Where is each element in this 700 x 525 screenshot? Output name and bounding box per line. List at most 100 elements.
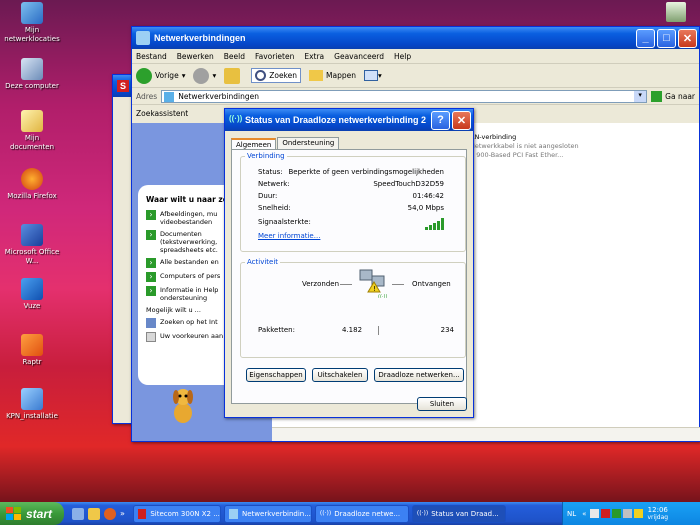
- tray-shield-icon[interactable]: [601, 509, 611, 518]
- quicklaunch-chevron-icon[interactable]: »: [120, 509, 125, 518]
- close-button[interactable]: ✕: [452, 110, 471, 130]
- desktop-icon-my-computer[interactable]: Deze computer: [2, 58, 62, 91]
- svg-text:((·)): ((·)): [378, 294, 387, 298]
- kpn-icon: [21, 388, 43, 410]
- clock[interactable]: 12:06 vrijdag: [647, 506, 668, 522]
- close-button[interactable]: ✕: [678, 28, 697, 48]
- signal-row: Signaalsterkte:: [258, 218, 444, 230]
- chevron-down-icon: ▾: [377, 71, 382, 80]
- desktop-icon-word[interactable]: Microsoft Office W...: [2, 224, 62, 266]
- tray-chevron-icon[interactable]: «: [582, 510, 586, 518]
- packets-divider: [378, 326, 379, 335]
- computer-icon: [21, 58, 43, 80]
- menu-item-help[interactable]: Help: [394, 52, 411, 61]
- tray-wireless-warning-icon[interactable]: [634, 509, 644, 518]
- speed-row: Snelheid: 54,0 Mbps: [258, 204, 444, 212]
- svg-text:!: !: [373, 285, 376, 293]
- desktop-icon-raptr[interactable]: Raptr: [2, 334, 62, 367]
- menu-item-favorieten[interactable]: Favorieten: [255, 52, 294, 61]
- menu-item-geavanceerd[interactable]: Geavanceerd: [334, 52, 384, 61]
- green-arrow-icon: ›: [146, 286, 156, 296]
- taskbar-item-status[interactable]: ((·)) Status van Draad...: [411, 504, 506, 523]
- connection-group-title: Verbinding: [247, 152, 285, 160]
- go-arrow-icon: [651, 90, 663, 102]
- quicklaunch-firefox-icon[interactable]: [104, 507, 116, 520]
- explorer-titlebar[interactable]: Netwerkverbindingen _ □ ✕: [132, 27, 699, 49]
- recycle-bin-icon[interactable]: [666, 2, 686, 22]
- taskbar-item-network-connections[interactable]: Netwerkverbindin...: [223, 504, 312, 523]
- properties-button[interactable]: Eigenschappen: [246, 368, 306, 382]
- scrollbar[interactable]: [272, 427, 700, 441]
- chevron-down-icon[interactable]: ▾: [634, 90, 647, 102]
- network-connections-icon: [228, 508, 238, 519]
- connection-name[interactable]: AN-verbinding: [470, 133, 579, 142]
- address-input[interactable]: Netwerkverbindingen ▾: [161, 89, 648, 103]
- green-arrow-icon: ›: [146, 210, 156, 220]
- tray-network-icon[interactable]: [590, 509, 600, 518]
- desktop-icon-firefox[interactable]: Mozilla Firefox: [2, 168, 62, 201]
- received-label: Ontvangen: [412, 280, 451, 288]
- desktop-icon-my-documents[interactable]: Mijn documenten: [2, 110, 62, 152]
- wireless-icon: ((·)): [416, 510, 429, 517]
- taskbar-item-wireless[interactable]: ((·)) Draadloze netwe...: [314, 504, 409, 523]
- tab-support[interactable]: Ondersteuning: [277, 137, 340, 149]
- field-value: SpeedTouchD32D59: [373, 180, 444, 188]
- minimize-button[interactable]: _: [636, 28, 655, 48]
- sitecom-icon: [137, 508, 147, 519]
- tray-security-icon[interactable]: [612, 509, 622, 518]
- preferences-icon: [146, 332, 156, 342]
- wireless-icon: ((·)): [319, 510, 332, 517]
- packets-received: 234: [440, 326, 454, 334]
- start-button[interactable]: start: [0, 502, 64, 525]
- tray-volume-icon[interactable]: [623, 509, 633, 518]
- field-label: Netwerk:: [258, 180, 290, 188]
- field-value: Beperkte of geen verbindingsmogelijkhede…: [288, 168, 445, 176]
- dialog-tabs: Algemeen Ondersteuning: [225, 131, 473, 150]
- desktop-icon-kpn[interactable]: KPN_installatie: [2, 388, 62, 421]
- desktop-icon-vuze[interactable]: Vuze: [2, 278, 62, 311]
- disable-button[interactable]: Uitschakelen: [312, 368, 368, 382]
- up-button[interactable]: [224, 67, 243, 84]
- desktop-icon-label: Mijn documenten: [9, 134, 55, 151]
- dialog-titlebar[interactable]: ((·)) Status van Draadloze netwerkverbin…: [225, 109, 473, 131]
- status-dialog[interactable]: ((·)) Status van Draadloze netwerkverbin…: [224, 108, 474, 418]
- menu-item-bestand[interactable]: Bestand: [136, 52, 167, 61]
- word-icon: [21, 224, 43, 246]
- search-pane-title: Zoekassistent: [136, 109, 189, 118]
- vuze-icon: [21, 278, 43, 300]
- desktop-icon-label: Deze computer: [5, 82, 59, 90]
- quicklaunch-folder-icon[interactable]: [88, 507, 100, 520]
- clock-day: vrijdag: [647, 513, 669, 521]
- search-dog-icon[interactable]: [168, 385, 198, 425]
- menu-bar: Bestand Bewerken Beeld Favorieten Extra …: [132, 49, 699, 64]
- maximize-button[interactable]: □: [657, 28, 676, 48]
- close-dialog-button[interactable]: Sluiten: [417, 397, 467, 411]
- help-button[interactable]: ?: [431, 110, 450, 130]
- language-indicator[interactable]: NL: [567, 510, 576, 518]
- wireless-networks-button[interactable]: Draadloze netwerken...: [374, 368, 464, 382]
- go-button[interactable]: Ga naar: [651, 90, 695, 102]
- firefox-icon: [21, 168, 43, 190]
- chevron-down-icon: ▾: [212, 71, 217, 80]
- menu-item-extra[interactable]: Extra: [304, 52, 324, 61]
- desktop-icon-label: Mozilla Firefox: [7, 192, 57, 200]
- folder-up-icon: [224, 67, 241, 84]
- search-button[interactable]: Zoeken: [251, 68, 302, 83]
- menu-item-beeld[interactable]: Beeld: [224, 52, 245, 61]
- forward-button[interactable]: ▾: [193, 67, 217, 84]
- signal-strength-icon: [425, 218, 444, 230]
- folders-button[interactable]: Mappen: [309, 70, 356, 81]
- menu-item-bewerken[interactable]: Bewerken: [177, 52, 214, 61]
- quicklaunch-show-desktop-icon[interactable]: [72, 507, 84, 520]
- back-label: Vorige: [155, 71, 179, 80]
- desktop-icon-network-places[interactable]: Mijn netwerklocaties: [2, 2, 62, 44]
- wireless-icon: ((·)): [229, 114, 243, 123]
- back-button[interactable]: Vorige ▾: [136, 67, 185, 84]
- forward-arrow-icon: [193, 67, 210, 84]
- taskbar-item-sitecom[interactable]: Sitecom 300N X2 ...: [132, 504, 221, 523]
- field-label: Snelheid:: [258, 204, 291, 212]
- activity-group: Activiteit: [240, 258, 466, 358]
- green-arrow-icon: ›: [146, 272, 156, 282]
- views-button[interactable]: ▾: [363, 70, 382, 81]
- more-info-link[interactable]: Meer informatie...: [258, 232, 320, 240]
